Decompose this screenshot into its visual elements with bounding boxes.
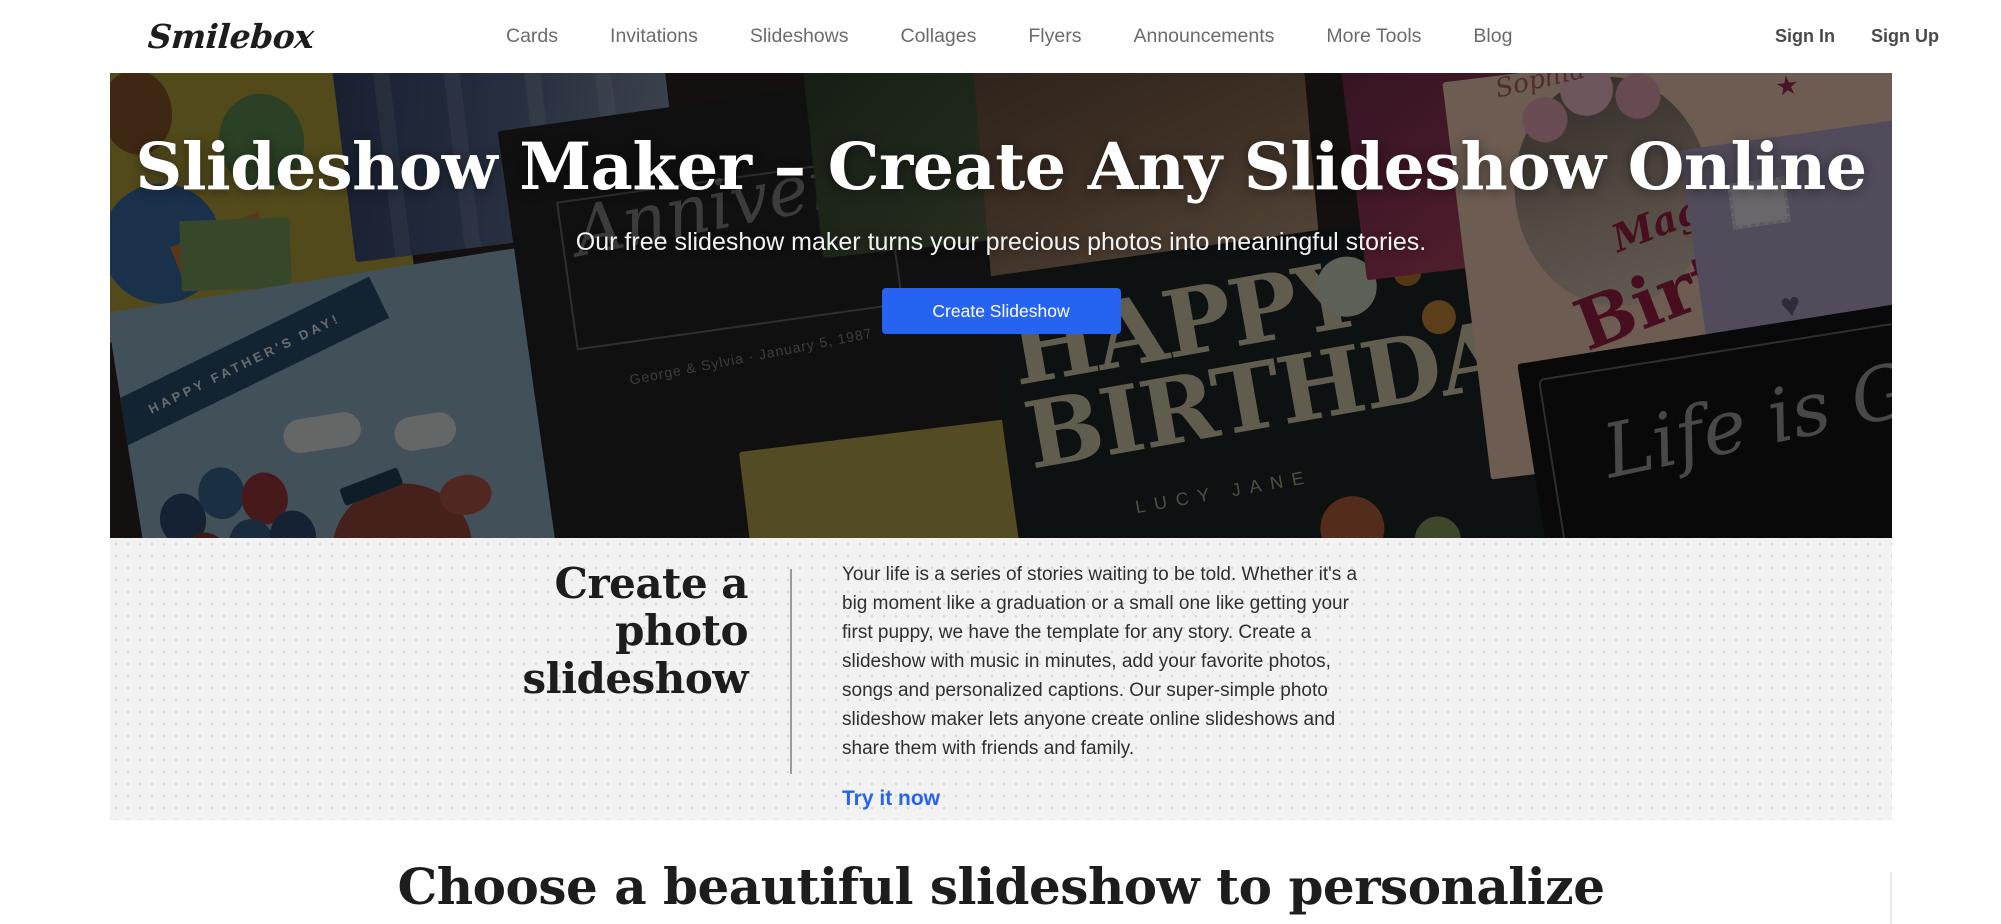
create-slideshow-button[interactable]: Create Slideshow <box>881 288 1121 335</box>
nav-item-blog[interactable]: Blog <box>1447 0 1538 73</box>
promo-heading: Create a photo slideshow <box>522 559 749 703</box>
hero-banner: HAPPY FATHER'S DAY! Anniversary George <box>110 73 1892 538</box>
auth-links: Sign In Sign Up <box>1775 0 1939 73</box>
nav-item-invitations[interactable]: Invitations <box>584 0 724 73</box>
promo-section: Create a photo slideshow Your life is a … <box>110 538 1892 820</box>
try-it-now-link[interactable]: Try it now <box>842 787 940 811</box>
hero-subtitle: Our free slideshow maker turns your prec… <box>575 228 1427 257</box>
promo-vertical-divider <box>790 569 792 774</box>
nav-item-slideshows[interactable]: Slideshows <box>724 0 875 73</box>
logo-wordmark: Smilebox <box>146 16 315 56</box>
promo-inner: Create a photo slideshow Your life is a … <box>500 560 1575 811</box>
promo-paragraph: Your life is a series of stories waiting… <box>842 564 1358 760</box>
nav-item-announcements[interactable]: Announcements <box>1107 0 1300 73</box>
nav-item-more-tools[interactable]: More Tools <box>1300 0 1447 73</box>
sign-up-link[interactable]: Sign Up <box>1871 26 1939 47</box>
nav-item-collages[interactable]: Collages <box>874 0 1002 73</box>
page-root: Smilebox Cards Invitations Slideshows Co… <box>0 0 2001 924</box>
templates-heading: Choose a beautiful slideshow to personal… <box>397 857 1605 916</box>
hero-title: Slideshow Maker – Create Any Slideshow O… <box>135 129 1867 205</box>
hero-content: Slideshow Maker – Create Any Slideshow O… <box>110 73 1892 538</box>
right-edge-divider <box>1890 872 1892 924</box>
promo-body: Your life is a series of stories waiting… <box>842 560 1372 811</box>
sign-in-link[interactable]: Sign In <box>1775 26 1835 47</box>
smilebox-logo[interactable]: Smilebox <box>146 16 315 56</box>
nav-item-cards[interactable]: Cards <box>480 0 584 73</box>
nav-item-flyers[interactable]: Flyers <box>1002 0 1107 73</box>
primary-nav: Cards Invitations Slideshows Collages Fl… <box>480 0 1538 73</box>
site-header: Smilebox Cards Invitations Slideshows Co… <box>0 0 2001 73</box>
templates-section: Choose a beautiful slideshow to personal… <box>110 820 1892 924</box>
